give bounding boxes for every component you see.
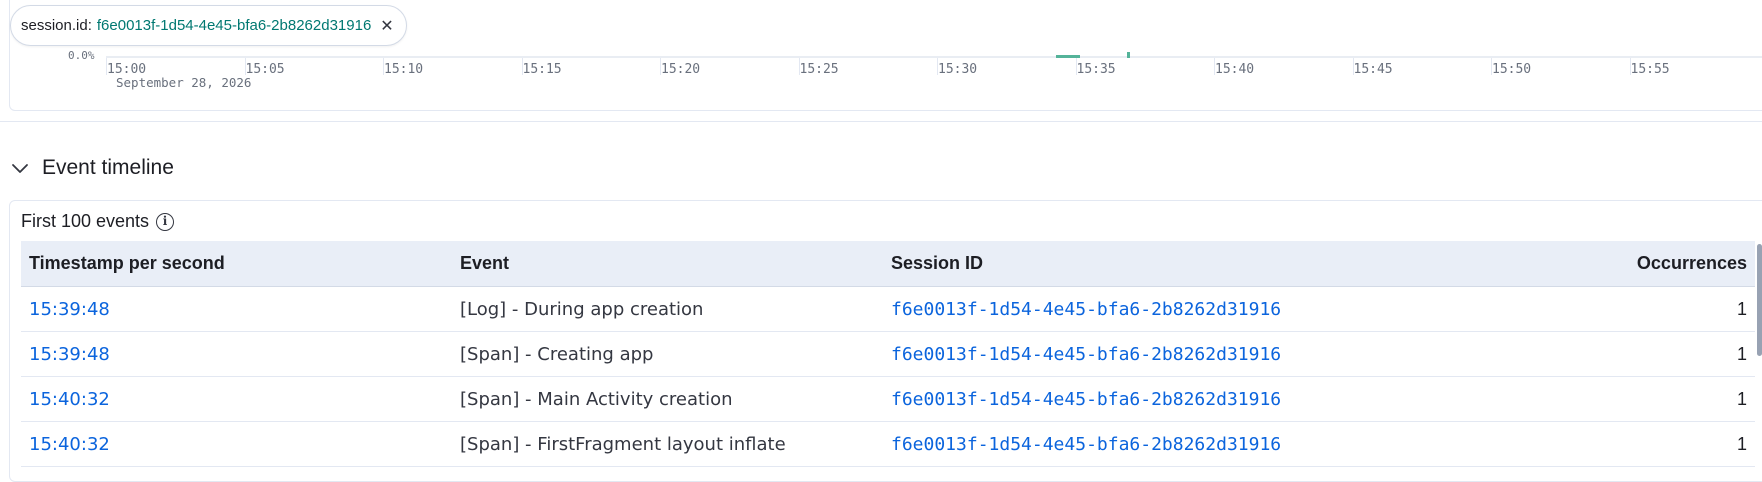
event-cell: [Span] - Creating app	[452, 331, 883, 377]
scrollbar-thumb[interactable]	[1757, 244, 1762, 356]
x-axis-date-label: September 28, 2026	[116, 75, 252, 90]
occurrences-cell: 1	[1314, 421, 1755, 467]
event-timeline-accordion-toggle[interactable]: Event timeline	[10, 156, 174, 180]
chart-baseline	[106, 56, 1762, 58]
session-id-cell: f6e0013f-1d54-4e45-bfa6-2b8262d31916	[883, 421, 1314, 467]
table-header-row: Timestamp per second Event Session ID Oc…	[21, 241, 1755, 287]
table-row: 15:39:48 [Span] - Creating app f6e0013f-…	[21, 331, 1755, 377]
x-axis-tick-label: 15:50	[1492, 62, 1532, 77]
x-axis-tick-label: 15:20	[661, 62, 701, 77]
event-cell: [Span] - FirstFragment layout inflate	[452, 421, 883, 467]
close-icon[interactable]: ✕	[380, 16, 393, 36]
session-id-link[interactable]: f6e0013f-1d54-4e45-bfa6-2b8262d31916	[891, 299, 1281, 320]
event-cell: [Span] - Main Activity creation	[452, 376, 883, 422]
session-id-link[interactable]: f6e0013f-1d54-4e45-bfa6-2b8262d31916	[891, 434, 1281, 455]
event-cell: [Log] - During app creation	[452, 286, 883, 332]
session-id-cell: f6e0013f-1d54-4e45-bfa6-2b8262d31916	[883, 286, 1314, 332]
table-row: 15:40:32 [Span] - Main Activity creation…	[21, 376, 1755, 422]
timestamp-cell: 15:40:32	[21, 376, 452, 422]
timestamp-link[interactable]: 15:39:48	[29, 299, 110, 320]
table-row: 15:39:48 [Log] - During app creation f6e…	[21, 286, 1755, 332]
info-icon[interactable]: i	[156, 212, 175, 231]
chevron-down-icon	[12, 164, 28, 173]
occurrences-cell: 1	[1314, 376, 1755, 422]
timestamp-link[interactable]: 15:39:48	[29, 344, 110, 365]
timestamp-link[interactable]: 15:40:32	[29, 434, 110, 455]
x-axis-tick-label: 15:45	[1353, 62, 1393, 77]
section-divider	[0, 121, 1762, 122]
column-header-occurrences[interactable]: Occurrences	[1314, 241, 1755, 287]
timestamp-cell: 15:39:48	[21, 331, 452, 377]
x-axis-tick-label: 15:35	[1076, 62, 1116, 77]
x-axis-tick-label: 15:10	[384, 62, 424, 77]
timestamp-cell: 15:40:32	[21, 421, 452, 467]
filter-value: f6e0013f-1d54-4e45-bfa6-2b8262d31916	[96, 17, 372, 34]
timestamp-cell: 15:39:48	[21, 286, 452, 332]
occurrences-cell: 1	[1314, 286, 1755, 332]
x-axis-tick-label: 15:25	[799, 62, 839, 77]
session-id-cell: f6e0013f-1d54-4e45-bfa6-2b8262d31916	[883, 331, 1314, 377]
chart-bar-1540	[1127, 52, 1130, 58]
filter-key: session.id:	[21, 17, 92, 34]
x-axis-tick-label: 15:15	[522, 62, 562, 77]
events-table: Timestamp per second Event Session ID Oc…	[21, 241, 1755, 467]
column-header-event[interactable]: Event	[452, 241, 883, 287]
column-header-timestamp[interactable]: Timestamp per second	[21, 241, 452, 287]
x-axis-tick-label: 15:40	[1215, 62, 1255, 77]
table-row: 15:40:32 [Span] - FirstFragment layout i…	[21, 421, 1755, 467]
occurrences-cell: 1	[1314, 331, 1755, 377]
panel-heading-text: First 100 events	[21, 211, 150, 231]
x-axis-tick-label: 15:30	[938, 62, 978, 77]
y-axis-tick-label: 0.0%	[68, 49, 95, 62]
session-id-cell: f6e0013f-1d54-4e45-bfa6-2b8262d31916	[883, 376, 1314, 422]
timestamp-link[interactable]: 15:40:32	[29, 389, 110, 410]
session-id-link[interactable]: f6e0013f-1d54-4e45-bfa6-2b8262d31916	[891, 344, 1281, 365]
session-filter-pill[interactable]: session.id: f6e0013f-1d54-4e45-bfa6-2b82…	[10, 5, 407, 46]
panel-heading: First 100 events i	[21, 211, 175, 232]
session-id-link[interactable]: f6e0013f-1d54-4e45-bfa6-2b8262d31916	[891, 389, 1281, 410]
x-axis-tick-label: 15:55	[1630, 62, 1670, 77]
column-header-session-id[interactable]: Session ID	[883, 241, 1314, 287]
events-panel: First 100 events i Timestamp per second …	[9, 200, 1762, 482]
accordion-title: Event timeline	[42, 156, 174, 179]
